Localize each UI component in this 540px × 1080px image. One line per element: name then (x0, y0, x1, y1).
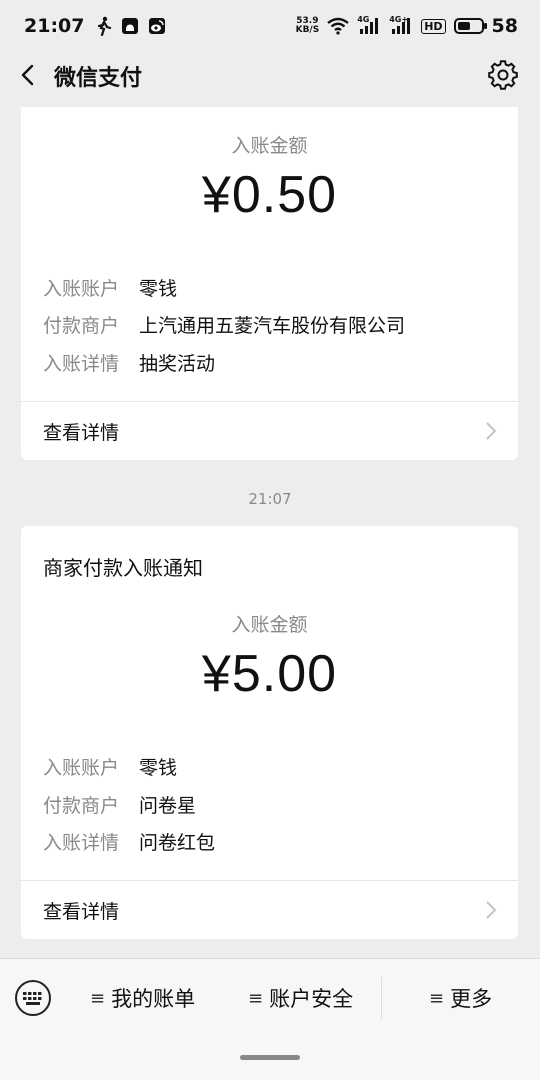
keyboard-icon[interactable] (14, 979, 52, 1017)
bottom-menu-bar: ≡ 我的账单 ≡ 账户安全 ≡ 更多 (0, 958, 540, 1080)
signal-1: 4G (357, 15, 381, 36)
view-details-link[interactable]: 查看详情 (21, 402, 518, 460)
menu-icon: ≡ (429, 987, 445, 1009)
message-timestamp: 21:07 (248, 490, 292, 508)
menu-icon: ≡ (248, 987, 264, 1009)
info-row-detail: 入账详情 问卷红包 (43, 828, 215, 855)
info-row-account: 入账账户 零钱 (43, 274, 177, 301)
info-row-detail: 入账详情 抽奖活动 (43, 349, 215, 376)
weibo-icon (149, 18, 166, 34)
view-details-label: 查看详情 (43, 900, 120, 923)
info-value: 问卷红包 (139, 832, 216, 854)
home-indicator[interactable] (240, 1055, 300, 1060)
walking-icon (98, 16, 112, 36)
network-speed-unit: KB/S (295, 25, 320, 35)
info-value: 上汽通用五菱汽车股份有限公司 (139, 315, 406, 337)
amount-value: ¥0.50 (201, 166, 338, 224)
amount-value: ¥5.00 (201, 645, 338, 703)
info-key: 入账账户 (43, 278, 120, 300)
info-row-merchant: 付款商户 问卷星 (43, 791, 196, 818)
hd-icon: HD (421, 18, 446, 34)
battery-level: 58 (491, 15, 518, 37)
view-details-label: 查看详情 (43, 421, 120, 444)
info-row-account: 入账账户 零钱 (43, 753, 177, 780)
status-notification-icons (96, 16, 166, 36)
battery-icon (453, 18, 487, 34)
signal-bars-icon (392, 18, 411, 34)
menu-my-bills[interactable]: ≡ 我的账单 (90, 981, 195, 1015)
menu-label: 更多 (450, 987, 493, 1011)
info-value: 问卷星 (139, 795, 197, 817)
info-key: 入账账户 (43, 757, 120, 779)
network-speed: 53.9 KB/S (296, 17, 320, 35)
info-key: 入账详情 (43, 353, 120, 375)
gear-icon[interactable] (488, 60, 518, 90)
info-key: 付款商户 (43, 795, 120, 817)
amount-label: 入账金额 (231, 135, 308, 157)
info-value: 零钱 (139, 757, 178, 779)
status-bar: 21:07 53.9 KB/S 4G 4G+ HD 58 (0, 0, 540, 52)
menu-account-security[interactable]: ≡ 账户安全 (248, 981, 353, 1015)
info-key: 付款商户 (43, 315, 120, 337)
signal-bars-icon (360, 18, 379, 34)
info-row-merchant: 付款商户 上汽通用五菱汽车股份有限公司 (43, 311, 405, 338)
chevron-right-icon (486, 422, 497, 440)
card-title: 商家付款入账通知 (43, 556, 203, 580)
status-time: 21:07 (24, 15, 85, 37)
menu-label: 账户安全 (269, 987, 354, 1011)
view-details-link[interactable]: 查看详情 (21, 881, 518, 939)
menu-separator (381, 977, 382, 1019)
info-value: 零钱 (139, 278, 178, 300)
top-navigation: 微信支付 (0, 52, 540, 98)
payment-notification-card: 入账金额 ¥0.50 入账账户 零钱 付款商户 上汽通用五菱汽车股份有限公司 入… (21, 107, 518, 460)
info-key: 入账详情 (43, 832, 120, 854)
menu-icon: ≡ (90, 987, 106, 1009)
status-system-icons: 53.9 KB/S 4G 4G+ HD 58 (296, 15, 518, 37)
chevron-left-icon[interactable] (14, 60, 44, 90)
app-notification-icon (122, 18, 139, 34)
menu-more[interactable]: ≡ 更多 (429, 981, 492, 1015)
amount-label: 入账金额 (231, 614, 308, 636)
payment-notification-card: 商家付款入账通知 入账金额 ¥5.00 入账账户 零钱 付款商户 问卷星 入账详… (21, 526, 518, 939)
info-value: 抽奖活动 (139, 353, 216, 375)
wifi-icon (327, 17, 349, 35)
chevron-right-icon (486, 901, 497, 919)
signal-2: 4G+ (389, 15, 413, 36)
page-title: 微信支付 (54, 66, 143, 91)
menu-label: 我的账单 (111, 987, 196, 1011)
